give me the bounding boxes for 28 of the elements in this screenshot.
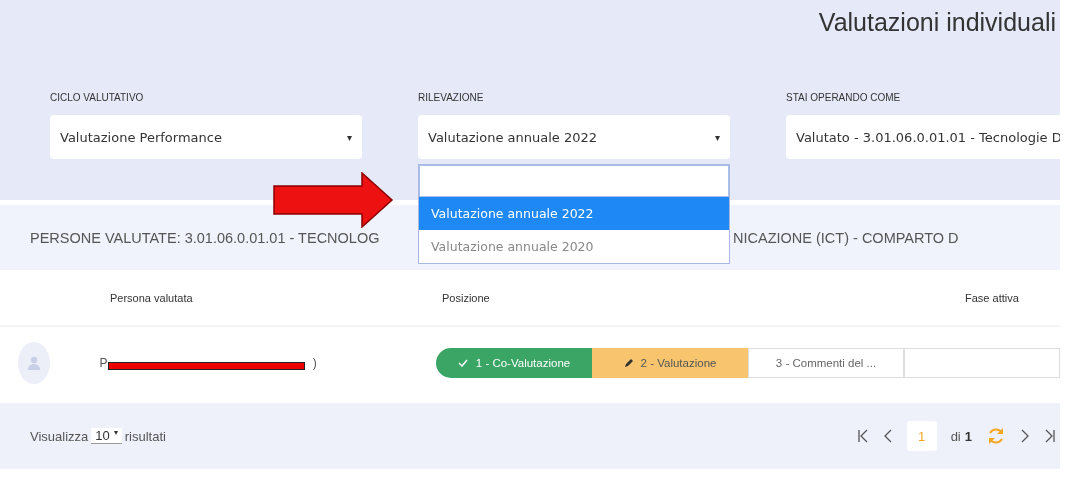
pencil-icon <box>623 358 633 368</box>
person-name: P ) <box>99 356 318 370</box>
next-page-icon[interactable] <box>1020 429 1030 443</box>
dropdown-option[interactable]: Valutazione annuale 2020 <box>419 230 729 263</box>
page-total: 1 <box>964 428 972 444</box>
select-field[interactable]: Valutazione Performance ▾ <box>50 115 362 159</box>
footer-text: risultati <box>124 428 166 444</box>
column-header: Fase attiva <box>965 291 1019 304</box>
field-label: CICLO VALUTATIVO <box>50 92 145 103</box>
select-field[interactable]: Valutato - 3.01.06.0.01.01 - Tecnologie D <box>786 115 1060 159</box>
footer-text: Visualizza <box>30 428 89 444</box>
previous-page-icon[interactable] <box>882 429 893 443</box>
person-icon <box>26 356 41 370</box>
page-title: Valutazioni individuali <box>818 8 1056 37</box>
check-icon <box>457 359 468 367</box>
column-header: Posizione <box>442 291 491 304</box>
first-page-icon[interactable] <box>856 429 869 443</box>
field-label: STAI OPERANDO COME <box>786 92 902 103</box>
field-label: RILEVAZIONE <box>418 92 485 103</box>
step-pill[interactable]: 2 - Valutazione <box>592 348 748 378</box>
last-page-icon[interactable] <box>1044 429 1056 443</box>
step-pill[interactable]: 3 - Commenti del ... <box>748 348 904 378</box>
page-size-select[interactable]: 10 ▾ <box>91 428 122 444</box>
column-header: Persona valutata <box>110 291 194 304</box>
pagination-text: di <box>950 428 961 444</box>
dropdown-option[interactable]: Valutazione annuale 2022 <box>419 197 729 230</box>
search-field[interactable] <box>419 165 729 197</box>
select-field[interactable]: Valutazione annuale 2022 ▾ <box>418 115 730 159</box>
